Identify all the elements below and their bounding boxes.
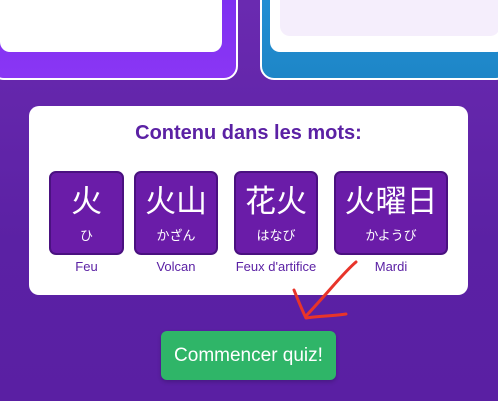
contained-words-title: Contenu dans les mots: [135, 122, 362, 144]
start-quiz-button[interactable]: Commencer quiz! [161, 331, 336, 380]
word-tile-kazan[interactable]: 火山 かざん [134, 171, 218, 255]
word-kana: はなび [256, 229, 296, 244]
contained-words-card: Contenu dans les mots: 火 ひ Feu 火山 かざん Vo… [29, 106, 468, 295]
word-kanji: 火曜日 [344, 184, 438, 220]
word-kanji: 火 [71, 184, 102, 220]
word-kana: ひ [79, 229, 93, 244]
previous-card-right: feu. [260, 0, 498, 80]
word-meaning: Feu [75, 259, 98, 274]
word-meaning: Volcan [156, 259, 196, 274]
hand-drawn-arrow-icon [292, 260, 358, 320]
previous-card-left [0, 0, 238, 80]
word-kana: かようび [365, 229, 417, 244]
previous-card-left-body [0, 0, 222, 52]
word-tile-kayoubi[interactable]: 火曜日 かようび [334, 171, 448, 255]
word-kanji: 火山 [145, 184, 207, 220]
word-tile-hanabi[interactable]: 花火 はなび [234, 171, 318, 255]
example-sentence-box: feu. [280, 0, 498, 36]
word-tile-hi[interactable]: 火 ひ [49, 171, 124, 255]
word-kana: かざん [156, 229, 196, 244]
word-kanji: 花火 [245, 184, 307, 220]
